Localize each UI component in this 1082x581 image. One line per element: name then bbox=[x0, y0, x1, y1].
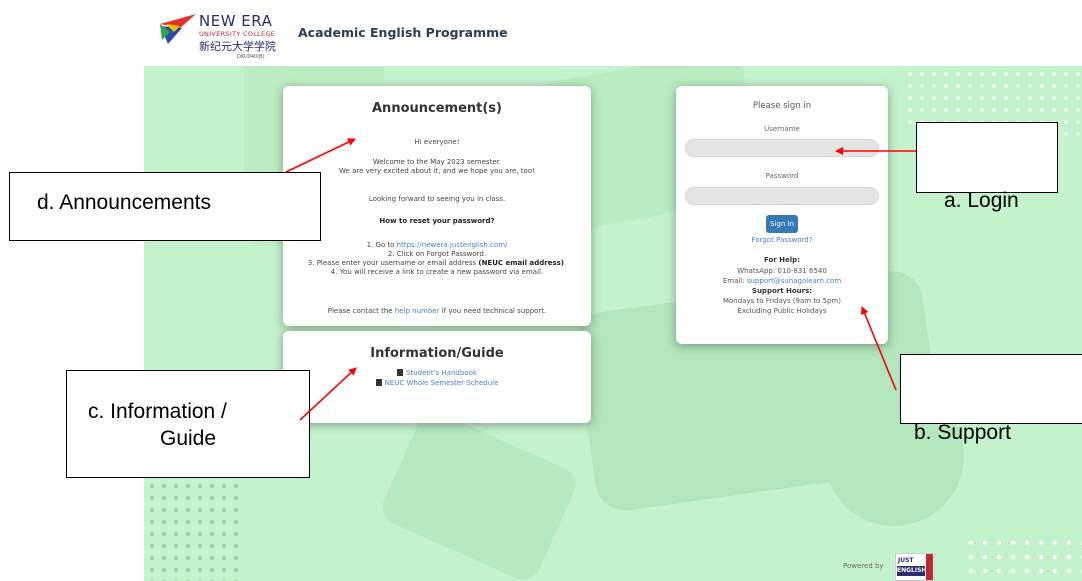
annotation-arrows bbox=[285, 138, 916, 421]
arrow-to-information bbox=[299, 367, 357, 421]
arrow-to-announcements bbox=[285, 138, 356, 173]
arrow-to-support bbox=[860, 306, 897, 391]
